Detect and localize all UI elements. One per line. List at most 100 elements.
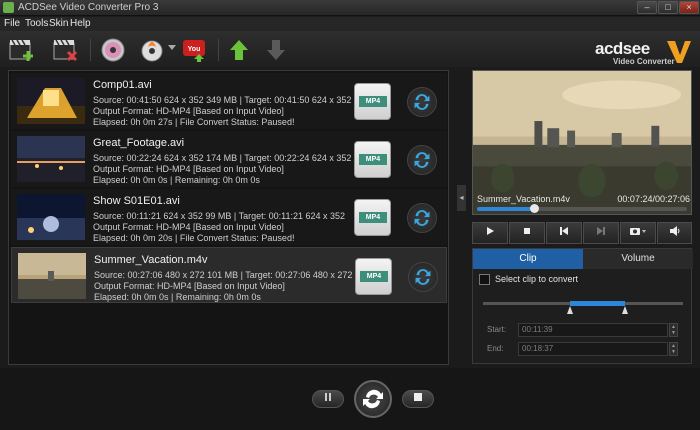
chevron-down-icon[interactable]: [168, 45, 176, 51]
file-source: Source: 00:27:06 480 x 272 101 MB | Targ…: [94, 270, 353, 280]
camera-icon: [630, 228, 646, 235]
file-status: Elapsed: 0h 0m 20s | File Convert Status…: [93, 233, 295, 243]
file-name: Show S01E01.avi: [93, 195, 180, 207]
app-icon: [3, 2, 14, 13]
skip-forward-icon: [597, 227, 605, 235]
format-badge: MP4: [359, 154, 387, 165]
file-format: Output Format: HD-MP4 [Based on Input Vi…: [93, 164, 284, 174]
start-time-field[interactable]: 00:11:39: [518, 323, 668, 337]
start-label: Start:: [487, 325, 507, 334]
file-format: Output Format: HD-MP4 [Based on Input Vi…: [93, 106, 284, 116]
menu-tools[interactable]: Tools: [25, 18, 48, 29]
menu-bar: File Tools Skin Help: [0, 17, 700, 31]
menu-help[interactable]: Help: [70, 18, 91, 29]
format-badge: MP4: [360, 271, 388, 282]
list-item[interactable]: Summer_Vacation.m4v Source: 00:27:06 480…: [11, 247, 447, 303]
stop-button[interactable]: [509, 222, 545, 244]
bottom-bar: [0, 368, 700, 430]
next-frame-button[interactable]: [583, 222, 619, 244]
brand-logo: acdsee Video Converter: [595, 39, 691, 71]
preview-file-name: Summer_Vacation.m4v: [477, 194, 570, 204]
video-thumbnail: [17, 78, 85, 124]
menu-skin[interactable]: Skin: [49, 18, 68, 29]
convert-icon[interactable]: [408, 262, 438, 292]
file-name: Summer_Vacation.m4v: [94, 254, 208, 266]
video-thumbnail: [18, 253, 86, 299]
clip-range-selection: [570, 301, 625, 306]
file-format: Output Format: HD-MP4 [Based on Input Vi…: [94, 281, 285, 291]
file-format: Output Format: HD-MP4 [Based on Input Vi…: [93, 222, 284, 232]
move-down-icon[interactable]: [262, 37, 290, 63]
stop-icon: [414, 393, 422, 401]
list-item[interactable]: Comp01.avi Source: 00:41:50 624 x 352 34…: [11, 73, 447, 129]
pause-button[interactable]: [312, 390, 344, 408]
range-start-handle[interactable]: [567, 306, 573, 314]
list-item[interactable]: Great_Footage.avi Source: 00:22:24 624 x…: [11, 131, 447, 187]
video-thumbnail: [17, 194, 85, 240]
file-source: Source: 00:41:50 624 x 352 349 MB | Targ…: [93, 95, 352, 105]
dvd-icon[interactable]: [99, 37, 127, 63]
volume-button[interactable]: [657, 222, 692, 244]
end-time-stepper[interactable]: ▲ ▼: [669, 342, 678, 356]
stop-icon: [524, 228, 530, 234]
select-clip-checkbox[interactable]: [479, 274, 490, 285]
play-icon: [487, 227, 494, 235]
title-bar: ACDSee Video Converter Pro 3 – □ ×: [0, 0, 700, 16]
output-format-button[interactable]: MP4: [355, 258, 392, 295]
select-clip-label: Select clip to convert: [495, 274, 579, 284]
skip-back-icon: [560, 227, 568, 235]
range-end-handle[interactable]: [622, 306, 628, 314]
convert-icon[interactable]: [407, 145, 437, 175]
clip-range-slider[interactable]: [483, 301, 683, 314]
convert-icon: [363, 389, 383, 409]
brand-emblem-icon: [667, 41, 691, 63]
end-time-field[interactable]: 00:18:37: [518, 342, 668, 356]
output-format-button[interactable]: MP4: [354, 83, 391, 120]
file-source: Source: 00:22:24 624 x 352 174 MB | Targ…: [93, 153, 352, 163]
remove-file-icon[interactable]: [52, 37, 80, 63]
file-name: Comp01.avi: [93, 79, 152, 91]
end-label: End:: [487, 344, 504, 353]
convert-icon[interactable]: [407, 203, 437, 233]
format-badge: MP4: [359, 212, 387, 223]
output-format-button[interactable]: MP4: [354, 199, 391, 236]
brand-name: acdsee: [595, 39, 650, 58]
previous-frame-button[interactable]: [546, 222, 582, 244]
collapse-preview-button[interactable]: ◂: [457, 185, 466, 211]
brand-subtitle: Video Converter: [613, 57, 675, 66]
seek-progress: [477, 207, 534, 211]
convert-icon[interactable]: [407, 87, 437, 117]
close-button[interactable]: ×: [679, 1, 699, 14]
move-up-icon[interactable]: [225, 37, 253, 63]
video-thumbnail: [17, 136, 85, 182]
menu-file[interactable]: File: [4, 18, 20, 29]
maximize-button[interactable]: □: [658, 1, 678, 14]
stop-all-button[interactable]: [402, 390, 434, 408]
svg-text:You: You: [188, 46, 201, 53]
seek-bar[interactable]: [477, 204, 687, 213]
burn-icon[interactable]: [138, 37, 166, 63]
seek-handle[interactable]: [529, 204, 539, 213]
playback-controls: [472, 222, 692, 244]
file-queue: Comp01.avi Source: 00:41:50 624 x 352 34…: [8, 70, 449, 365]
play-button[interactable]: [472, 222, 508, 244]
clip-panel: Clip Volume Select clip to convert Start…: [472, 248, 693, 364]
window-title: ACDSee Video Converter Pro 3: [18, 2, 159, 13]
file-source: Source: 00:11:21 624 x 352 99 MB | Targe…: [93, 211, 346, 221]
tab-clip[interactable]: Clip: [473, 249, 583, 269]
file-status: Elapsed: 0h 0m 0s | Remaining: 0h 0m 0s: [93, 175, 260, 185]
format-badge: MP4: [359, 96, 387, 107]
preview-time: 00:07:24/00:27:06: [617, 194, 690, 204]
output-format-button[interactable]: MP4: [354, 141, 391, 178]
convert-all-button[interactable]: [354, 380, 392, 418]
tab-volume[interactable]: Volume: [583, 249, 693, 269]
minimize-button[interactable]: –: [637, 1, 657, 14]
pause-icon: [325, 393, 331, 401]
list-item[interactable]: Show S01E01.avi Source: 00:11:21 624 x 3…: [11, 189, 447, 245]
start-time-stepper[interactable]: ▲ ▼: [669, 323, 678, 337]
snapshot-button[interactable]: [620, 222, 656, 244]
speaker-icon: [669, 226, 679, 236]
file-status: Elapsed: 0h 0m 27s | File Convert Status…: [93, 117, 295, 127]
add-file-icon[interactable]: [8, 37, 36, 63]
youtube-icon[interactable]: You: [181, 37, 209, 63]
